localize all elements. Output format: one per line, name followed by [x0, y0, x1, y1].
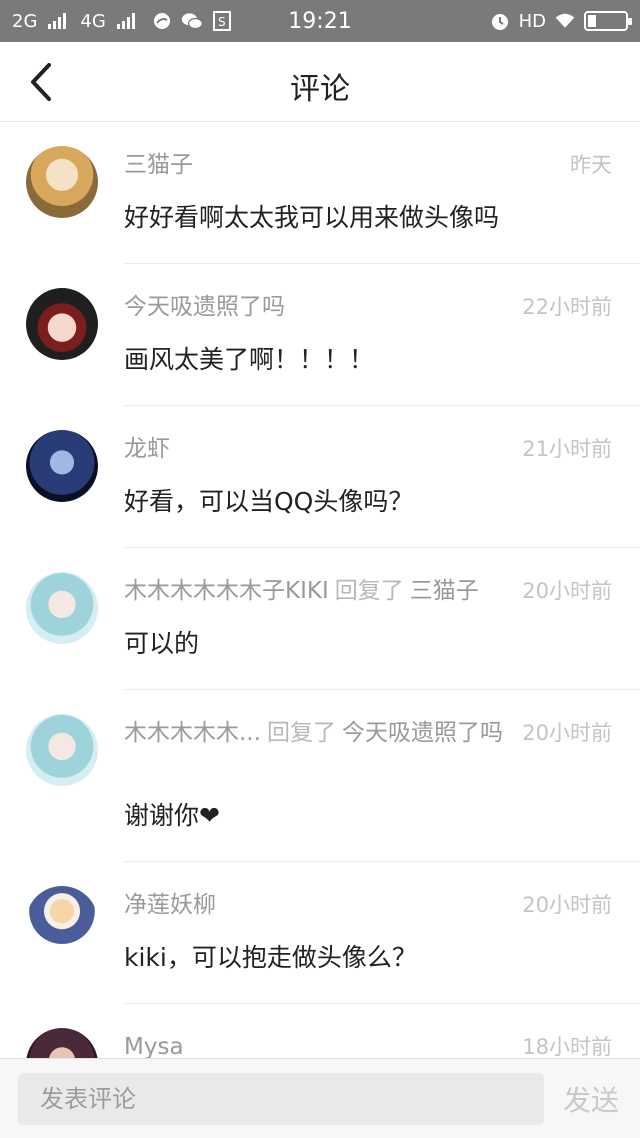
status-left: 2G 4G S	[12, 10, 233, 32]
comment-item[interactable]: 木木木木木... 回复了 今天吸遗照了吗 20小时前 谢谢你❤	[0, 690, 640, 862]
reply-label: 回复了	[266, 720, 336, 746]
sim2-label: 4G	[80, 10, 106, 32]
page-title: 评论	[290, 72, 350, 107]
svg-text:S: S	[218, 15, 226, 29]
comment-author[interactable]: 龙虾	[124, 436, 170, 462]
comment-time: 21小时前	[522, 437, 612, 461]
comment-time: 20小时前	[522, 721, 612, 745]
comment-author[interactable]: 今天吸遗照了吗	[124, 294, 285, 320]
comment-text: kiki，可以抱走做头像么？	[124, 943, 417, 972]
comment-composer: 发送	[0, 1058, 640, 1138]
comment-time: 18小时前	[522, 1035, 612, 1058]
sim-s-icon: S	[211, 10, 233, 32]
nav-header: 评论	[0, 42, 640, 122]
comment-item[interactable]: 今天吸遗照了吗 22小时前 画风太美了啊！！！！	[0, 264, 640, 406]
chat-bubble-icon	[151, 10, 173, 32]
avatar[interactable]	[26, 886, 98, 958]
avatar[interactable]	[26, 288, 98, 360]
comment-item[interactable]: 木木木木木木子KIKI 回复了 三猫子 20小时前 可以的	[0, 548, 640, 690]
chevron-left-icon	[31, 63, 51, 101]
status-bar: 2G 4G S 19:21 HD	[0, 0, 640, 42]
reply-label: 回复了	[334, 578, 404, 604]
signal-icon	[116, 13, 135, 29]
comment-item[interactable]: Mysa 18小时前	[0, 1004, 640, 1058]
avatar[interactable]	[26, 714, 98, 786]
avatar[interactable]	[26, 146, 98, 218]
back-button[interactable]	[18, 60, 62, 104]
avatar[interactable]	[26, 1028, 98, 1058]
comment-author[interactable]: 三猫子	[124, 152, 193, 178]
comment-author[interactable]: 木木木木木...	[124, 720, 261, 746]
comment-author[interactable]: Mysa	[124, 1034, 184, 1058]
send-button[interactable]: 发送	[560, 1073, 622, 1125]
comment-meta: 三猫子	[124, 150, 612, 180]
comment-meta: 木木木木木... 回复了 今天吸遗照了吗	[124, 718, 510, 748]
comment-text: 可以的	[124, 629, 200, 658]
comment-time: 22小时前	[522, 295, 612, 319]
reply-target[interactable]: 三猫子	[410, 578, 479, 604]
battery-icon	[584, 11, 632, 31]
comment-item[interactable]: 净莲妖柳 20小时前 kiki，可以抱走做头像么？	[0, 862, 640, 1004]
comment-text: 好看，可以当QQ头像吗？	[124, 487, 414, 516]
wifi-icon	[554, 10, 576, 32]
comment-input[interactable]	[18, 1073, 544, 1125]
reply-target[interactable]: 今天吸遗照了吗	[342, 720, 503, 746]
sim1-label: 2G	[12, 10, 38, 32]
comment-time: 20小时前	[522, 579, 612, 603]
comment-author[interactable]: 木木木木木木子KIKI	[124, 578, 329, 604]
signal-icon	[48, 13, 67, 29]
comment-meta: 木木木木木木子KIKI 回复了 三猫子	[124, 576, 500, 606]
comment-item[interactable]: 三猫子 昨天 好好看啊太太我可以用来做头像吗	[0, 122, 640, 264]
comment-text: 谢谢你❤	[124, 801, 220, 830]
wechat-icon	[181, 10, 203, 32]
comment-time: 昨天	[570, 153, 612, 177]
status-right: HD	[489, 10, 632, 32]
comment-text: 好好看啊太太我可以用来做头像吗	[124, 203, 500, 232]
comment-author[interactable]: 净莲妖柳	[124, 892, 216, 918]
alarm-icon	[489, 10, 511, 32]
comment-text: 画风太美了啊！！！！	[124, 345, 375, 374]
avatar[interactable]	[26, 572, 98, 644]
comment-list[interactable]: 三猫子 昨天 好好看啊太太我可以用来做头像吗 今天吸遗照了吗 22小时前 画风太…	[0, 122, 640, 1058]
hd-label: HD	[518, 10, 546, 32]
comment-time: 20小时前	[522, 893, 612, 917]
avatar[interactable]	[26, 430, 98, 502]
comment-item[interactable]: 龙虾 21小时前 好看，可以当QQ头像吗？	[0, 406, 640, 548]
